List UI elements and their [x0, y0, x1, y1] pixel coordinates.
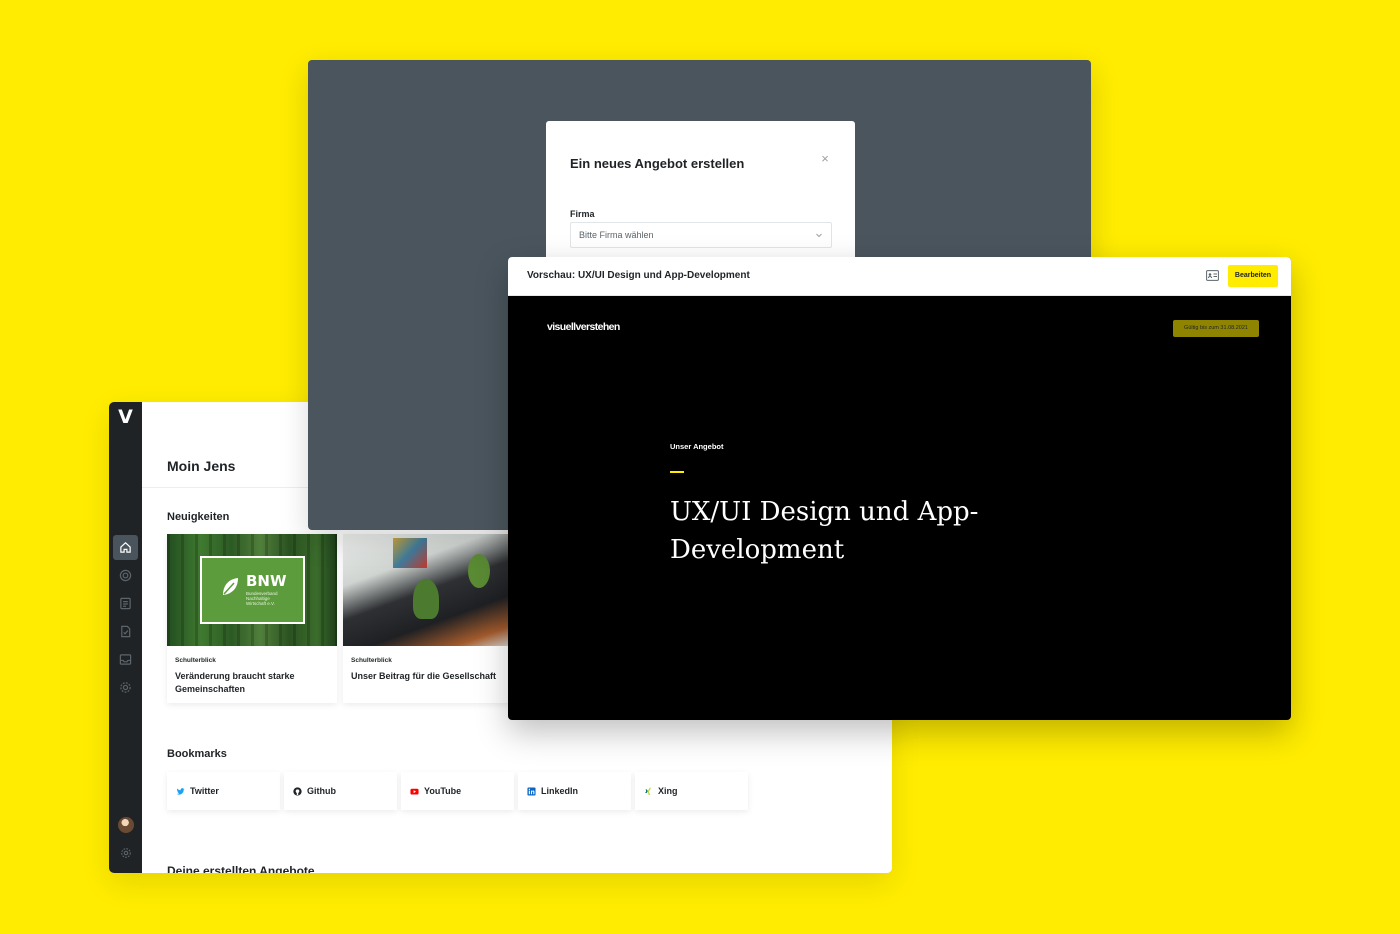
xing-icon [643, 786, 653, 796]
app-logo[interactable]: V [109, 406, 142, 428]
preview-title: Vorschau: UX/UI Design und App-Developme… [527, 270, 750, 281]
bookmark-github[interactable]: Github [284, 772, 397, 810]
bookmark-youtube[interactable]: YouTube [401, 772, 514, 810]
gear-cog-icon[interactable] [113, 675, 138, 700]
news-card[interactable]: BNW Bundesverband Nachhaltige Wirtschaft… [167, 534, 337, 703]
settings-icon[interactable] [118, 845, 133, 860]
twitter-icon [175, 786, 185, 796]
bnw-logo-subtext: Bundesverband Nachhaltige Wirtschaft e.V… [246, 591, 278, 606]
bnw-logo: BNW Bundesverband Nachhaltige Wirtschaft… [200, 556, 305, 624]
brand-logo: visuellverstehen [547, 321, 620, 333]
chevron-down-icon [816, 233, 822, 238]
document-list-icon[interactable] [113, 591, 138, 616]
news-section-title: Neuigkeiten [167, 511, 230, 523]
news-headline: Veränderung braucht starke Gemeinschafte… [175, 671, 295, 694]
bookmark-label: YouTube [424, 786, 462, 796]
sidebar-rail: V [109, 402, 142, 873]
bookmarks-section-title: Bookmarks [167, 748, 227, 760]
validity-badge: Gültig bis zum 31.08.2021 [1173, 320, 1259, 337]
created-offers-title: Deine erstellten Angebote [167, 864, 315, 873]
news-category: Schulterblick [351, 657, 392, 664]
news-card[interactable]: Schulterblick Unser Beitrag für die Gese… [343, 534, 513, 703]
file-check-icon[interactable] [113, 619, 138, 644]
bookmark-linkedin[interactable]: LinkedIn [518, 772, 631, 810]
bnw-logo-text: BNW [246, 572, 287, 590]
company-select[interactable]: Bitte Firma wählen [570, 222, 832, 248]
news-headline: Unser Beitrag für die Gesellschaft [351, 671, 497, 681]
bookmark-label: Github [307, 786, 336, 796]
news-category: Schulterblick [175, 657, 216, 664]
page-title: Moin Jens [167, 458, 236, 474]
bookmark-label: Twitter [190, 786, 219, 796]
edit-button[interactable]: Bearbeiten [1228, 265, 1278, 287]
bookmark-label: LinkedIn [541, 786, 579, 796]
github-icon [292, 786, 302, 796]
company-field-label: Firma [570, 209, 595, 219]
bookmark-xing[interactable]: Xing [635, 772, 748, 810]
preview-toolbar: Vorschau: UX/UI Design und App-Developme… [508, 257, 1291, 296]
news-image-stairs [343, 534, 513, 646]
linkedin-icon [526, 786, 536, 796]
bookmark-twitter[interactable]: Twitter [167, 772, 280, 810]
accent-line [670, 471, 684, 473]
company-select-value: Bitte Firma wählen [579, 230, 654, 240]
news-image-forest: BNW Bundesverband Nachhaltige Wirtschaft… [167, 534, 337, 646]
inbox-icon[interactable] [113, 647, 138, 672]
offer-kicker: Unser Angebot [670, 442, 724, 451]
contact-card-icon[interactable] [1206, 270, 1219, 281]
offer-headline: UX/UI Design und App-Development [670, 497, 979, 565]
bookmark-label: Xing [658, 786, 678, 796]
leaf-icon [223, 578, 238, 595]
home-icon[interactable] [113, 535, 138, 560]
youtube-icon [409, 786, 419, 796]
preview-window: Vorschau: UX/UI Design und App-Developme… [508, 257, 1291, 720]
avatar[interactable] [118, 817, 134, 833]
close-icon[interactable]: × [819, 152, 831, 165]
modal-title: Ein neues Angebot erstellen [570, 156, 745, 171]
target-icon[interactable] [113, 563, 138, 588]
